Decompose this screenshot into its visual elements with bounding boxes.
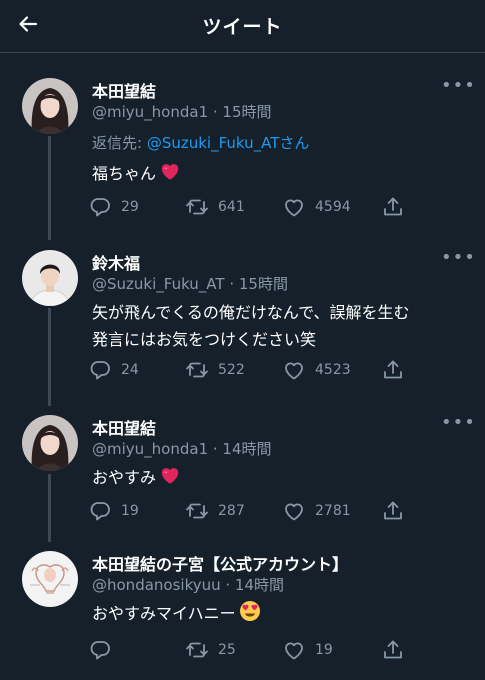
retweet-icon [186, 642, 208, 658]
tweet-text-content: おやすみマイハニー [92, 604, 236, 623]
heart-icon [285, 642, 303, 660]
avatar[interactable] [22, 551, 78, 607]
reply-button[interactable] [88, 638, 121, 662]
tweet-actions: 25 19 [88, 638, 418, 662]
share-button[interactable] [381, 638, 405, 662]
tweet[interactable]: 本田望結の子宮【公式アカウント】 @hondanosikyuu · 14時間 お… [0, 0, 485, 680]
share-icon [384, 640, 402, 659]
handle-time[interactable]: @hondanosikyuu · 14時間 [92, 574, 284, 595]
heart-eyes-face-icon [239, 601, 260, 621]
retweet-count: 25 [218, 642, 236, 658]
retweet-button[interactable]: 25 [185, 638, 236, 662]
like-button[interactable]: 19 [282, 638, 333, 662]
display-name[interactable]: 本田望結の子宮【公式アカウント】 [92, 551, 348, 575]
tweet-text: おやすみマイハニー [92, 600, 472, 627]
reply-icon [90, 641, 110, 660]
like-count: 19 [315, 642, 333, 658]
